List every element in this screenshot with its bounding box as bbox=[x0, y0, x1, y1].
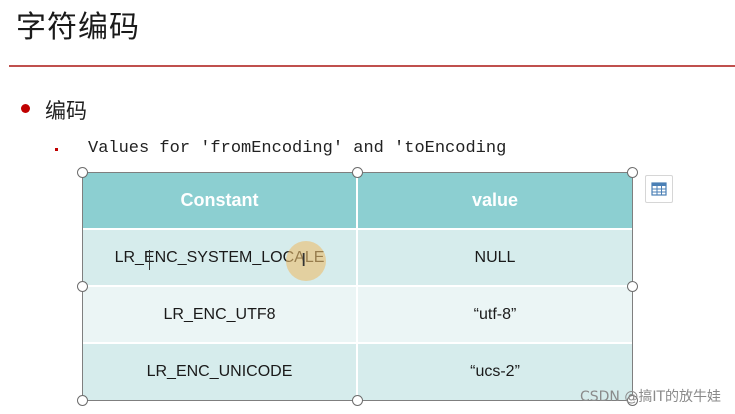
bullet-level1-text[interactable]: 编码 bbox=[45, 95, 87, 125]
table-row: LR_ENC_SYSTEM_LOCALE NULL bbox=[83, 228, 632, 286]
table-row: LR_ENC_UTF8 “utf-8” bbox=[83, 285, 632, 343]
table-row: LR_ENC_UNICODE “ucs-2” bbox=[83, 342, 632, 400]
resize-handle-middle-left[interactable] bbox=[77, 281, 88, 292]
title-divider bbox=[9, 65, 735, 67]
resize-handle-top-center[interactable] bbox=[352, 167, 363, 178]
resize-handle-top-right[interactable] bbox=[627, 167, 638, 178]
table-layout-icon bbox=[651, 182, 667, 196]
header-value[interactable]: value bbox=[356, 173, 632, 229]
slide-title[interactable]: 字符编码 bbox=[16, 2, 140, 46]
watermark: CSDN @搞IT的放牛娃 bbox=[579, 389, 721, 405]
resize-handle-top-left[interactable] bbox=[77, 167, 88, 178]
header-constant[interactable]: Constant bbox=[83, 173, 357, 229]
cell-value[interactable]: “utf-8” bbox=[356, 285, 632, 343]
bullet-level2-text[interactable]: Values for 'fromEncoding' and 'toEncodin… bbox=[88, 139, 506, 158]
encoding-table[interactable]: Constant value LR_ENC_SYSTEM_LOCALE NULL… bbox=[83, 173, 632, 400]
resize-handle-bottom-left[interactable] bbox=[77, 395, 88, 406]
cell-constant[interactable]: LR_ENC_UTF8 bbox=[83, 285, 357, 343]
cell-constant[interactable]: LR_ENC_UNICODE bbox=[83, 342, 357, 400]
resize-handle-middle-right[interactable] bbox=[627, 281, 638, 292]
ibeam-cursor-icon: I bbox=[301, 250, 307, 271]
small-square-bullet-icon bbox=[55, 148, 58, 151]
text-caret bbox=[149, 250, 150, 270]
red-dot-bullet-icon bbox=[21, 104, 30, 113]
table-header-row: Constant value bbox=[83, 173, 632, 229]
cell-value[interactable]: NULL bbox=[356, 228, 632, 286]
table-layout-button[interactable] bbox=[645, 175, 673, 203]
resize-handle-bottom-center[interactable] bbox=[352, 395, 363, 406]
presentation-slide: 字符编码 编码 Values for 'fromEncoding' and 't… bbox=[0, 0, 735, 414]
